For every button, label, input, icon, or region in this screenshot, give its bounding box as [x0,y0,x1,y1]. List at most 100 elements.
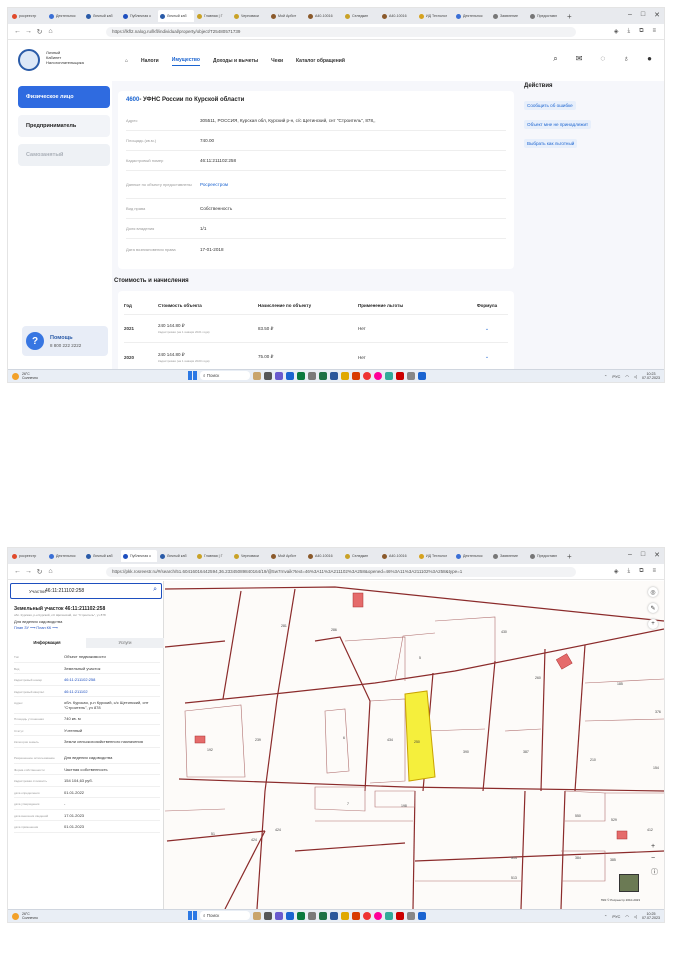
browser-tab[interactable]: А40-10016 [306,10,342,22]
search-input[interactable]: Участки 46:11:211102:258 ⌕ [10,583,162,599]
home-icon[interactable]: ⌂ [45,568,56,575]
close-icon[interactable]: ✕ [654,551,660,559]
user-icon[interactable]: ● [647,54,652,64]
select-benefit-button[interactable]: Выбрать как льготный [524,139,578,148]
maximize-icon[interactable]: □ [641,551,645,559]
windows-start-icon[interactable] [188,911,197,920]
wifi-icon[interactable]: ◠ [625,914,629,919]
browser-tab[interactable]: Мой Арбит [269,550,305,562]
extensions-icon[interactable]: ⧉ [639,568,643,575]
info-value-link[interactable]: 46:11:211102:258 [64,677,158,683]
taskbar-app-icon[interactable] [286,371,294,380]
search-icon[interactable]: ⌕ [553,54,557,64]
pocket-icon[interactable]: ◈ [614,28,619,35]
taskbar-app-icon[interactable] [341,911,349,920]
map-viewport[interactable]: 281 286 430 5 260 434 239 6 424 250 390 … [8,581,664,909]
reload-icon[interactable]: ↻ [34,28,45,36]
new-tab-icon[interactable]: + [567,12,572,21]
chevron-down-icon[interactable]: ⌄ [472,354,502,360]
taskbar-app-icon[interactable] [385,371,393,380]
sidebar-item-selfemployed[interactable]: Самозанятый [18,144,110,166]
volume-icon[interactable]: ◁ [634,374,637,379]
taskbar-app-icon[interactable] [374,371,382,380]
browser-tab[interactable]: ИД Технолог [417,10,453,22]
eye-off-icon[interactable]: ◌ [600,54,605,64]
browser-tab[interactable]: ИД Технолог [417,550,453,562]
taskbar-app-icon[interactable] [264,371,272,380]
mail-icon[interactable]: ✉ [576,54,583,64]
tab-services[interactable]: Услуги [86,638,164,648]
browser-tab[interactable]: Селедкин [343,10,379,22]
download-icon[interactable]: ⤓ [628,568,631,575]
browser-tab[interactable]: А40-10016 [306,550,342,562]
browser-tab[interactable]: Заявление [491,550,527,562]
taskbar-app-icon[interactable] [253,371,261,380]
browser-tab[interactable]: Заявление [491,10,527,22]
browser-tab-active[interactable]: Публичная к [121,550,157,562]
browser-tab[interactable]: Предоставл [528,550,564,562]
browser-tab[interactable]: Деятельнос [454,550,490,562]
weather-widget[interactable]: 26°C Солнечно [12,372,38,380]
forward-icon[interactable]: → [23,28,34,35]
taskbar-app-icon[interactable] [352,911,360,920]
taskbar-app-icon[interactable] [286,911,294,920]
new-tab-icon[interactable]: + [567,552,572,561]
browser-tab[interactable]: росреестр [10,550,46,562]
table-row[interactable]: 2021 240 144.80 ₽ Кадастровая (на 1 январ… [124,315,508,343]
taskbar-app-icon[interactable] [275,911,283,920]
taskbar-app-icon[interactable] [363,911,371,920]
clock[interactable]: 10:23 07.07.2023 [642,372,660,380]
maximize-icon[interactable]: □ [641,11,645,19]
chevron-up-icon[interactable]: ⌃ [604,374,607,379]
forward-icon[interactable]: → [23,568,34,575]
taskbar-app-icon[interactable] [418,911,426,920]
search-icon[interactable]: ⌕ [153,586,157,594]
taskbar-app-icon[interactable] [297,371,305,380]
search-type-label[interactable]: Участки [11,589,46,594]
taskbar-app-icon[interactable] [308,371,316,380]
table-row[interactable]: 2020 240 144.80 ₽ Кадастровая (на 1 январ… [124,343,508,371]
browser-tab[interactable]: Деятельнос [47,10,83,22]
minimize-icon[interactable]: – [628,11,632,19]
layers-icon[interactable]: ◎ [648,587,658,597]
taskbar-app-icon[interactable] [330,371,338,380]
not-mine-button[interactable]: Объект мне не принадлежит [524,120,592,129]
nav-property[interactable]: Имущество [171,57,200,66]
info-value-link[interactable]: 46:11:211102 [64,689,158,695]
browser-tab[interactable]: Публичная к [121,10,157,22]
browser-tab[interactable]: А40-10016 [380,10,416,22]
address-bar[interactable]: https://pkk.rosreestr.ru/#/search/51.604… [106,566,576,577]
taskbar-app-icon[interactable] [418,371,426,380]
info-icon[interactable]: ⓘ [651,867,658,877]
close-icon[interactable]: ✕ [654,11,660,19]
home-icon[interactable]: ⌂ [125,58,128,64]
taskbar-app-icon[interactable] [319,371,327,380]
plan-links[interactable]: План ЗУ ⟶ План КК ⟶ [14,625,58,630]
taskbar-app-icon[interactable] [308,911,316,920]
taskbar-app-icon[interactable] [275,371,283,380]
taskbar-app-icon[interactable] [330,911,338,920]
browser-tab[interactable]: Селедкин [343,550,379,562]
browser-tab[interactable]: Деятельнос [454,10,490,22]
sidebar-item-entrepreneur[interactable]: Предприниматель [18,115,110,137]
reload-icon[interactable]: ↻ [34,568,45,576]
taskbar-app-icon[interactable] [297,911,305,920]
cadastral-map[interactable]: 281 286 430 5 260 434 239 6 424 250 390 … [165,581,664,909]
taskbar-app-icon[interactable] [253,911,261,920]
browser-tab[interactable]: Личный каб [84,550,120,562]
windows-start-icon[interactable] [188,371,197,380]
language-indicator[interactable]: РУС [612,914,620,919]
browser-tab[interactable]: Главная | Г [195,10,231,22]
menu-icon[interactable]: ≡ [652,568,656,575]
language-indicator[interactable]: РУС [612,374,620,379]
browser-tab[interactable]: Главная | Г [195,550,231,562]
tab-information[interactable]: Информация [8,638,86,648]
browser-tab[interactable]: Личный каб [84,10,120,22]
taskbar-app-icon[interactable] [407,371,415,380]
nav-income[interactable]: Доходы и вычеты [213,58,258,64]
chevron-up-icon[interactable]: ⌃ [604,914,607,919]
satellite-layer-thumbnail[interactable] [619,874,639,892]
browser-tab[interactable]: Мой Арбит [269,10,305,22]
wifi-icon[interactable]: ◠ [625,374,629,379]
taskbar-app-icon[interactable] [385,911,393,920]
